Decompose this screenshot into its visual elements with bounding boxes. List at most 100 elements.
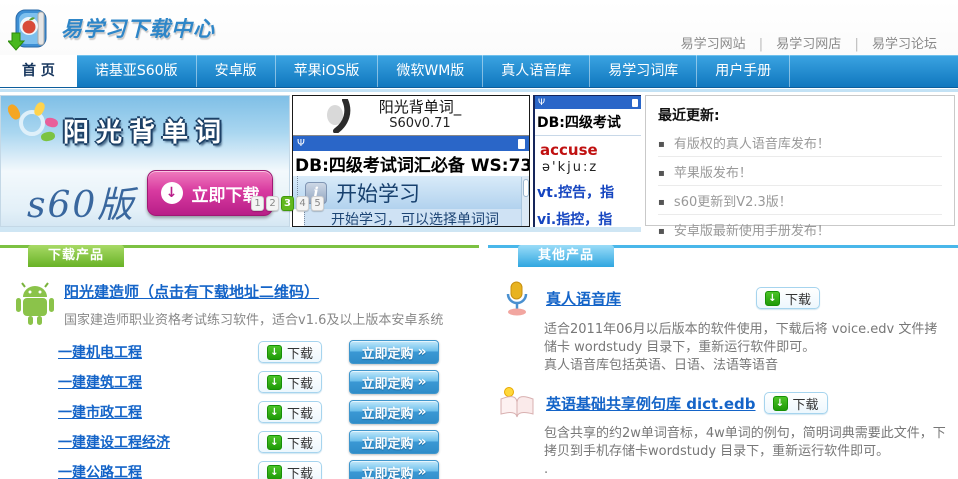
carousel-page-button[interactable]: 3 (281, 196, 294, 211)
banner-edition: s60版 (27, 176, 135, 227)
download-button[interactable]: ↓ 下载 (258, 401, 322, 423)
main-nav: 首 页 诺基亚S60版 安卓版 苹果iOS版 微软WM版 真人语音库 易学习词库… (0, 55, 958, 88)
nav-item[interactable]: 真人语音库 (483, 55, 590, 87)
menu-selected-label: 开始学习 (336, 178, 420, 208)
order-button[interactable]: 立即定购 » (349, 400, 439, 424)
download-row: 一建建设工程经济 ↓ 下载 立即定购 » (0, 427, 479, 457)
order-button[interactable]: 立即定购 » (349, 460, 439, 479)
bullet-icon: ▪ (658, 168, 665, 179)
downloads-section: 下载产品 阳光建造师（点击有下载地址二维码） 国家建造师职业资格考试练习软件，适… (0, 243, 479, 479)
header-link[interactable]: 易学习论坛 (872, 37, 937, 52)
battery-icon (632, 99, 638, 107)
banner-slide[interactable]: 阳光背单词 s60版 ↓ 立即下载 (0, 95, 290, 227)
phone-status-bar: Ψ (535, 96, 641, 109)
download-button[interactable]: ↓ 下载 (756, 287, 820, 309)
nav-item[interactable]: 安卓版 (197, 55, 276, 87)
chevron-right-icon: » (417, 434, 426, 450)
android-product-desc: 国家建造师职业资格考试练习软件，适合v1.6及以上版本安卓系统 (64, 309, 443, 328)
nav-item[interactable]: 苹果iOS版 (276, 55, 379, 87)
downloads-tab[interactable]: 下载产品 (28, 245, 124, 267)
header-link[interactable]: 易学习网站 (681, 37, 746, 52)
bullet-icon: ▪ (658, 226, 665, 237)
download-button[interactable]: ↓ 下载 (258, 371, 322, 393)
update-item[interactable]: ▪ 有版权的真人语音库发布！ (658, 128, 942, 157)
open-book-icon (498, 385, 536, 421)
vocab-meaning-1: vt.控告，指 (535, 175, 641, 202)
site-title: 易学习下载中心 (61, 13, 215, 43)
order-button-label: 立即定购 (361, 343, 413, 362)
download-button[interactable]: ↓ 下载 (258, 461, 322, 479)
download-row: 一建公路工程 ↓ 下载 立即定购 » (0, 457, 479, 479)
sentence-library-desc: 包含共享的约2w单词音标，4w单词的例句，简明词典需要此文件，下 拷贝到手机存储… (544, 425, 958, 479)
product-sentence-library: 英语基础共享例句库 dict.edb ↓ 下载 包含共享的约2w单词音标，4w单… (488, 385, 958, 479)
android-product-link[interactable]: 阳光建造师（点击有下载地址二维码） (64, 283, 319, 301)
product-link[interactable]: 一建公路工程 (58, 462, 258, 479)
phone-screenshot-2: Ψ DB:四级考试 accuse ə'kju:z vt.控告，指 vi.指控，指 (533, 95, 641, 227)
app-logo-icon (323, 99, 359, 133)
download-button[interactable]: ↓ 下载 (258, 341, 322, 363)
update-item-text: s60更新到V2.3版！ (674, 195, 792, 210)
vocab-meaning-2: vi.指控，指 (535, 202, 641, 227)
product-link[interactable]: 一建机电工程 (58, 342, 258, 362)
carousel-page-button[interactable]: 1 (251, 196, 264, 211)
download-row: 一建建筑工程 ↓ 下载 立即定购 » (0, 367, 479, 397)
download-icon: ↓ (267, 435, 282, 450)
nav-item[interactable]: 诺基亚S60版 (77, 55, 197, 87)
phone-status-bar: Ψ (293, 136, 529, 151)
update-item[interactable]: ▪ 苹果版发布！ (658, 157, 942, 186)
banner-deco-petal-icon (40, 131, 55, 142)
voice-library-desc: 适合2011年06月以后版本的软件使用，下载后将 voice.edv 文件拷 储… (544, 321, 958, 375)
carousel-page-button[interactable]: 2 (266, 196, 279, 211)
nav-item[interactable]: 首 页 (0, 55, 77, 87)
site-header: 易学习下载中心 易学习网站 | 易学习网店 | 易学习论坛 | (0, 0, 958, 55)
download-button[interactable]: ↓ 下载 (258, 431, 322, 453)
nav-item[interactable]: 用户手册 (697, 55, 790, 87)
product-link[interactable]: 一建建筑工程 (58, 372, 258, 392)
chevron-right-icon: » (417, 344, 426, 360)
signal-icon: Ψ (538, 98, 545, 108)
vocab-word: accuse (535, 136, 641, 159)
order-button[interactable]: 立即定购 » (349, 370, 439, 394)
header-link[interactable]: 易学习网店 (776, 37, 841, 52)
carousel-page-button[interactable]: 5 (311, 196, 324, 211)
downloads-section-header: 下载产品 (0, 243, 479, 269)
chevron-right-icon: » (417, 404, 426, 420)
signal-icon: Ψ (297, 138, 305, 149)
download-button-label: 下载 (287, 433, 313, 452)
download-icon: ↓ (765, 291, 780, 306)
vocab-phonetic: ə'kju:z (535, 159, 641, 175)
menu-selected-row: i 开始学习 (293, 176, 529, 209)
product-link[interactable]: 一建市政工程 (58, 402, 258, 422)
download-row: 一建机电工程 ↓ 下载 立即定购 » (0, 337, 479, 367)
download-arrow-icon: ↓ (161, 182, 183, 204)
bullet-icon: ▪ (658, 197, 665, 208)
carousel-page-button[interactable]: 4 (296, 196, 309, 211)
banner-title: 阳光背单词 (63, 112, 228, 149)
download-rows: 一建机电工程 ↓ 下载 立即定购 » 一建建筑工程 ↓ 下载 (0, 337, 479, 479)
others-tab[interactable]: 其他产品 (518, 245, 614, 267)
download-button-label: 下载 (287, 403, 313, 422)
order-button-label: 立即定购 (361, 463, 413, 479)
download-button[interactable]: ↓ 下载 (764, 392, 828, 414)
carousel: 阳光背单词 s60版 ↓ 立即下载 阳光背单词_ S60v0.71 Ψ (0, 95, 958, 232)
banner-download-label: 立即下载 (192, 181, 260, 206)
phone-screenshot-1: 阳光背单词_ S60v0.71 Ψ DB:四级考试词汇必备 WS:730 i 开… (292, 95, 530, 227)
download-icon: ↓ (773, 396, 788, 411)
update-item[interactable]: ▪ 安卓版最新使用手册发布！ (658, 215, 942, 243)
download-icon: ↓ (267, 405, 282, 420)
recent-updates-panel: 最近更新: ▪ 有版权的真人语音库发布！ ▪ 苹果版发布！ ▪ s60更新到V2… (645, 95, 955, 226)
nav-item[interactable]: 微软WM版 (378, 55, 483, 87)
order-button[interactable]: 立即定购 » (349, 430, 439, 454)
download-row: 一建市政工程 ↓ 下载 立即定购 » (0, 397, 479, 427)
update-item[interactable]: ▪ s60更新到V2.3版！ (658, 186, 942, 215)
voice-library-link[interactable]: 真人语音库 (546, 290, 621, 308)
site-logo[interactable]: 易学习下载中心 (8, 5, 215, 51)
chevron-right-icon: » (417, 374, 426, 390)
sentence-library-link[interactable]: 英语基础共享例句库 dict.edb (546, 393, 756, 414)
nav-item[interactable]: 易学习词库 (590, 55, 697, 87)
app-version: S60v0.71 (379, 117, 462, 132)
app-title: 阳光背单词_ (379, 99, 462, 116)
order-button[interactable]: 立即定购 » (349, 340, 439, 364)
product-link[interactable]: 一建建设工程经济 (58, 432, 258, 452)
download-icon: ↓ (267, 465, 282, 479)
